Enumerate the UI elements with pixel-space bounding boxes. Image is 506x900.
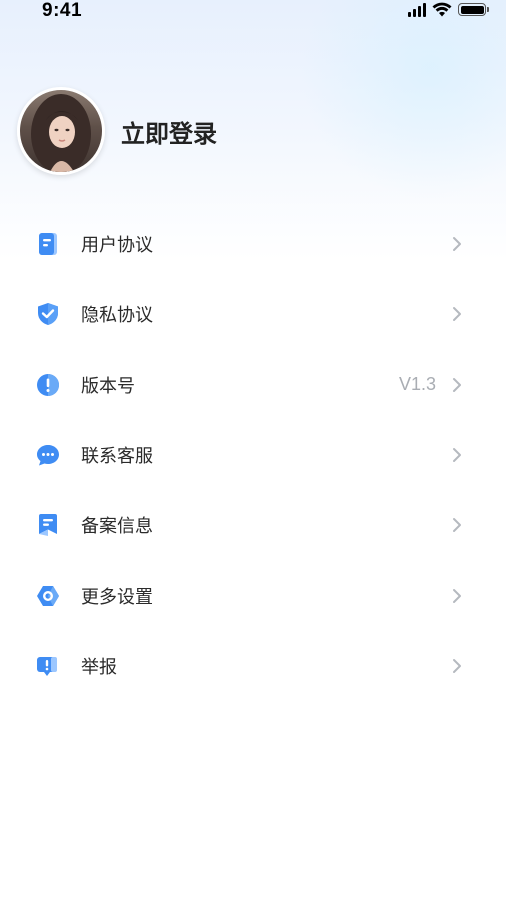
- document-icon: [39, 233, 57, 256]
- menu-item-label: 隐私协议: [81, 305, 153, 327]
- battery-icon: [458, 3, 489, 16]
- info-exclamation-icon: [37, 373, 59, 396]
- settings-hexagon-icon: [37, 585, 59, 606]
- menu-item-report[interactable]: 举报: [0, 631, 506, 701]
- profile-screen: 9:41 立即登录 用户协议 隐私协议 版本号 V1.3 联系客服 备案信息 更…: [0, 0, 506, 900]
- menu-item-label: 版本号: [81, 375, 135, 397]
- chevron-right-icon: [453, 448, 461, 463]
- menu-item-user-agreement[interactable]: 用户协议: [0, 209, 506, 279]
- status-bar: 9:41: [0, 0, 506, 24]
- menu-item-label: 用户协议: [81, 235, 153, 257]
- chevron-right-icon: [453, 658, 461, 673]
- version-value: V1.3: [398, 374, 436, 395]
- report-icon: [37, 656, 57, 676]
- menu-item-label: 举报: [81, 656, 117, 678]
- bookmark-document-icon: [39, 514, 57, 537]
- login-link[interactable]: 立即登录: [121, 114, 217, 149]
- status-icons: [408, 2, 489, 17]
- menu-item-filing-info[interactable]: 备案信息: [0, 490, 506, 560]
- chevron-right-icon: [453, 377, 461, 392]
- profile-header[interactable]: 立即登录: [17, 87, 217, 175]
- chevron-right-icon: [453, 307, 461, 322]
- chevron-right-icon: [453, 237, 461, 252]
- settings-menu: 用户协议 隐私协议 版本号 V1.3 联系客服 备案信息 更多设置 举报: [0, 209, 506, 701]
- menu-item-label: 联系客服: [81, 446, 153, 468]
- cellular-signal-icon: [408, 2, 426, 17]
- menu-item-more-settings[interactable]: 更多设置: [0, 560, 506, 630]
- chevron-right-icon: [453, 518, 461, 533]
- menu-item-privacy-agreement[interactable]: 隐私协议: [0, 279, 506, 349]
- menu-item-contact-support[interactable]: 联系客服: [0, 420, 506, 490]
- chat-bubble-icon: [37, 445, 59, 466]
- avatar-portrait: [31, 94, 91, 172]
- background-glow: [300, 0, 506, 200]
- avatar[interactable]: [17, 87, 105, 175]
- wifi-icon: [432, 2, 452, 17]
- shield-check-icon: [38, 303, 58, 326]
- menu-item-version[interactable]: 版本号 V1.3: [0, 350, 506, 420]
- menu-item-label: 备案信息: [81, 516, 153, 538]
- chevron-right-icon: [453, 588, 461, 603]
- menu-item-label: 更多设置: [81, 586, 153, 608]
- status-time: 9:41: [42, 0, 83, 21]
